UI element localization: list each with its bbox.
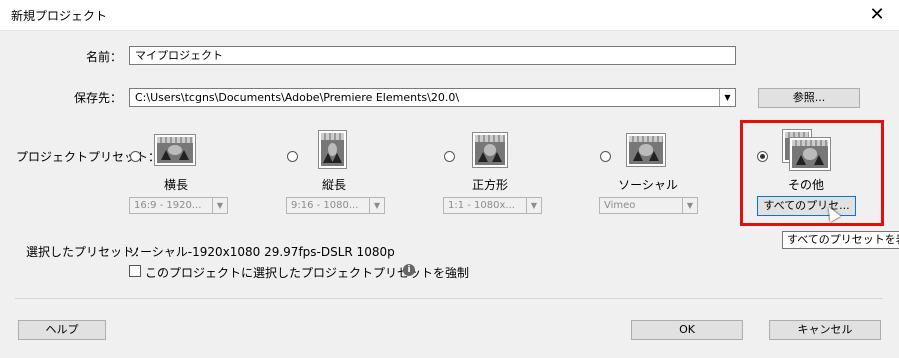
force-preset-checkbox[interactable] xyxy=(129,265,141,277)
info-icon[interactable]: i xyxy=(403,264,415,276)
preset-dropdown-square: 1:1 - 1080x... ▼ xyxy=(443,197,542,214)
chevron-down-icon[interactable]: ▼ xyxy=(719,89,735,106)
chevron-down-icon: ▼ xyxy=(682,198,697,213)
project-name-input[interactable]: マイプロジェクト xyxy=(129,46,736,65)
save-location-combo[interactable]: C:\Users\tcgns\Documents\Adobe\Premiere … xyxy=(129,88,736,107)
force-preset-label[interactable]: このプロジェクトに選択したプロジェクトプリセットを強制 xyxy=(145,264,469,281)
save-location-value: C:\Users\tcgns\Documents\Adobe\Premiere … xyxy=(135,91,460,104)
preset-radio-portrait[interactable] xyxy=(287,151,298,162)
portrait-preset-icon[interactable] xyxy=(318,130,347,169)
close-icon[interactable]: ✕ xyxy=(855,0,899,30)
save-location-label: 保存先： xyxy=(74,91,123,105)
preset-radio-landscape[interactable] xyxy=(130,151,141,162)
selected-preset-value: ソーシャル-1920x1080 29.97fps-DSLR 1080p xyxy=(128,245,395,259)
preset-dropdown-social: Vimeo ▼ xyxy=(599,197,698,214)
preset-label-portrait: 縦長 xyxy=(321,178,346,192)
chevron-down-icon: ▼ xyxy=(369,198,384,213)
window-title: 新規プロジェクト xyxy=(11,9,108,23)
tooltip: すべてのプリセットを表示 xyxy=(782,231,899,249)
square-preset-icon[interactable] xyxy=(472,132,508,168)
preset-dropdown-landscape-value: 16:9 - 1920... xyxy=(134,200,202,211)
preset-dropdown-portrait-value: 9:16 - 1080... xyxy=(291,200,359,211)
help-button[interactable]: ヘルプ xyxy=(18,320,106,340)
name-label: 名前： xyxy=(86,50,123,64)
preset-dropdown-social-value: Vimeo xyxy=(604,200,636,211)
preset-dropdown-landscape: 16:9 - 1920... ▼ xyxy=(129,197,228,214)
divider xyxy=(15,298,883,299)
preset-label-square: 正方形 xyxy=(471,178,508,192)
preset-label-social: ソーシャル xyxy=(618,178,678,192)
highlight-box xyxy=(740,120,884,226)
preset-label-landscape: 横長 xyxy=(163,178,188,192)
preset-dropdown-portrait: 9:16 - 1080... ▼ xyxy=(286,197,385,214)
cancel-button[interactable]: キャンセル xyxy=(769,320,881,340)
landscape-preset-icon[interactable] xyxy=(154,134,196,166)
preset-radio-social[interactable] xyxy=(600,151,611,162)
browse-button[interactable]: 参照... xyxy=(758,88,860,108)
ok-button[interactable]: OK xyxy=(631,320,743,340)
preset-radio-square[interactable] xyxy=(444,151,455,162)
title-bar: 新規プロジェクト ✕ xyxy=(0,0,899,31)
chevron-down-icon: ▼ xyxy=(526,198,541,213)
preset-dropdown-square-value: 1:1 - 1080x... xyxy=(448,200,515,211)
social-preset-icon[interactable] xyxy=(626,133,666,167)
chevron-down-icon: ▼ xyxy=(212,198,227,213)
